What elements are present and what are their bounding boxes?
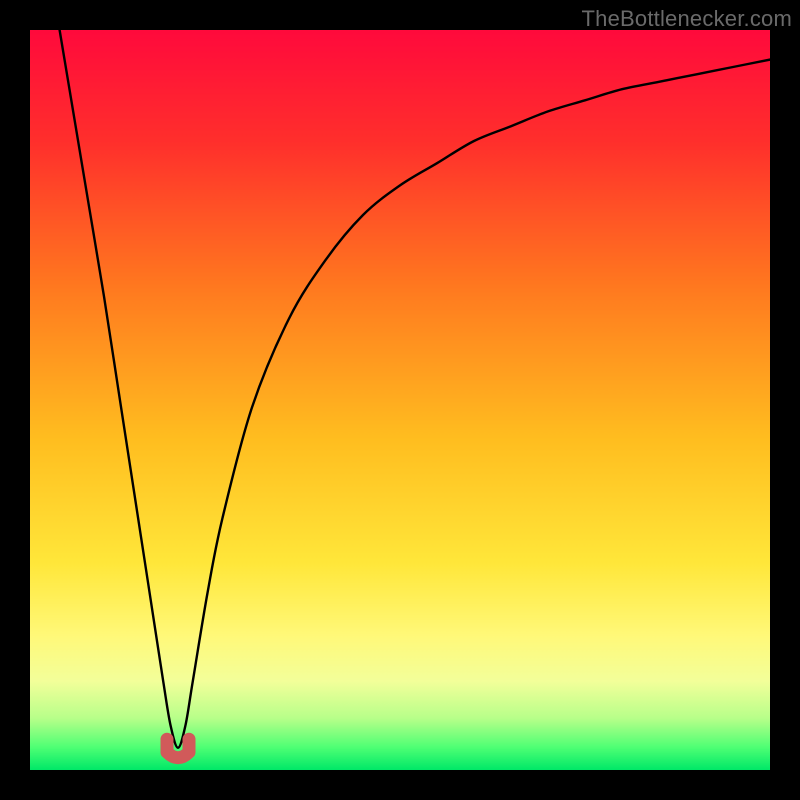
watermark-text: TheBottlenecker.com <box>582 6 792 32</box>
chart-svg-layer <box>30 30 770 770</box>
chart-frame <box>30 30 770 770</box>
bottleneck-curve-path <box>60 30 770 748</box>
